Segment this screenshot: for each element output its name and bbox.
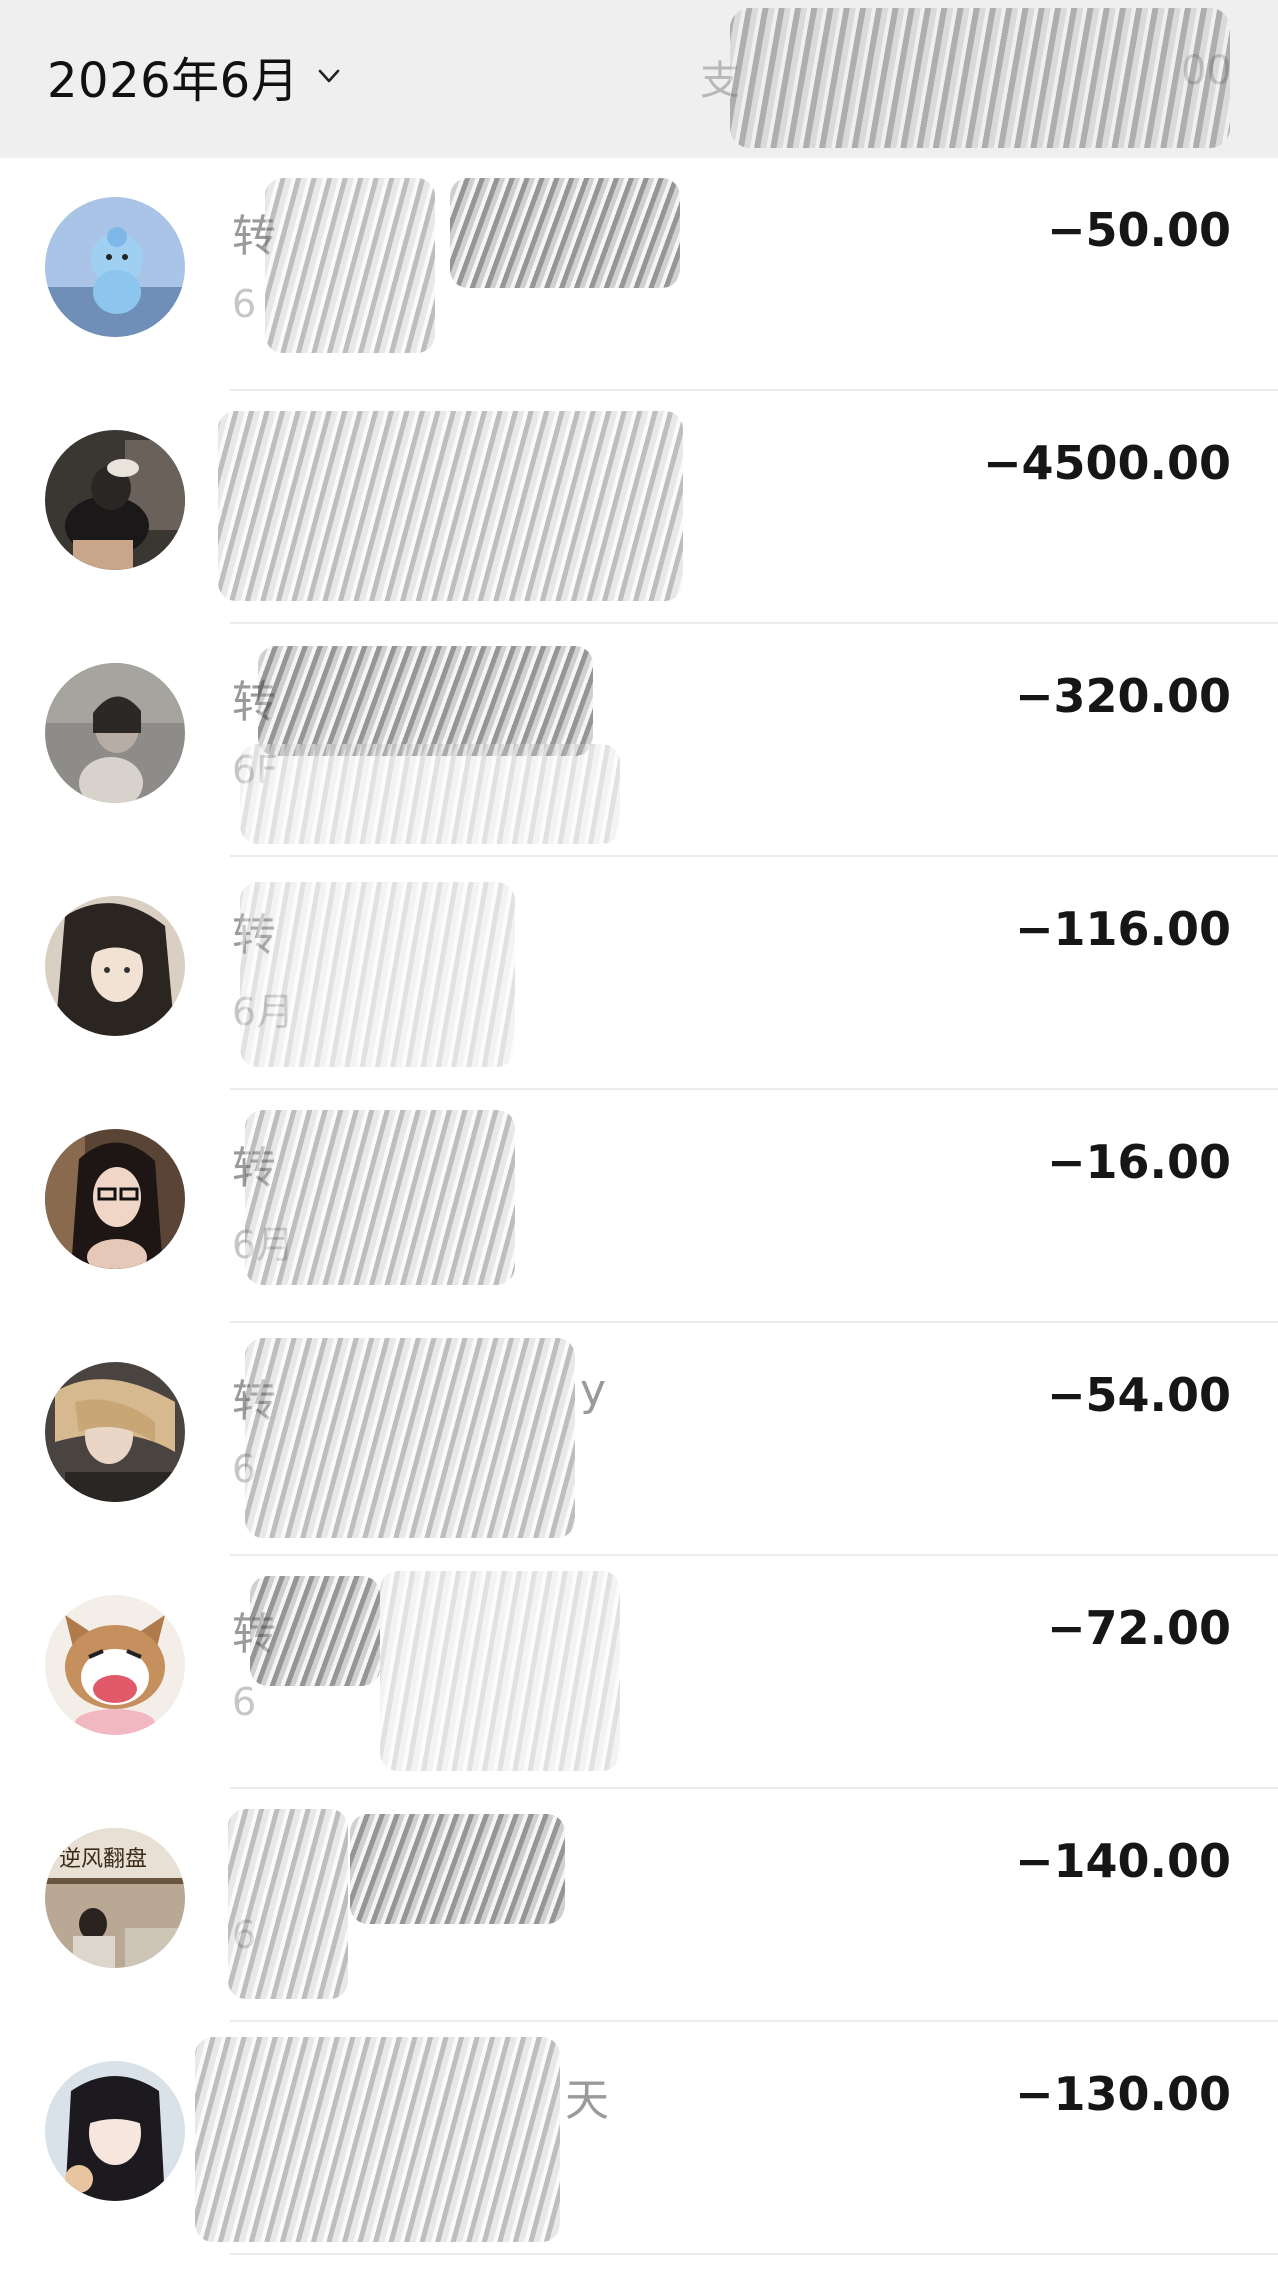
transaction-title-tail: y	[580, 1365, 607, 1416]
redaction-scribble	[380, 1571, 620, 1771]
avatar	[45, 1595, 185, 1735]
redaction-scribble	[195, 2037, 560, 2242]
transaction-row[interactable]: −4500.00	[0, 391, 1278, 624]
redaction-scribble	[228, 1809, 348, 1999]
avatar	[45, 197, 185, 337]
avatar	[45, 430, 185, 570]
redaction-scribble	[350, 1814, 565, 1924]
redaction-scribble	[245, 1110, 515, 1285]
transaction-time: 6	[232, 282, 257, 326]
month-label: 2026年6月	[47, 53, 300, 109]
transaction-row[interactable]: 天 −130.00	[0, 2022, 1278, 2255]
redaction-scribble	[240, 744, 620, 844]
chevron-down-icon	[318, 69, 340, 83]
transaction-amount: −50.00	[1046, 203, 1231, 257]
transaction-amount: −130.00	[1014, 2067, 1231, 2121]
transaction-row[interactable]: 转 6F −320.00	[0, 624, 1278, 857]
redaction-scribble	[258, 646, 593, 756]
transaction-row[interactable]: 转 6 −72.00	[0, 1556, 1278, 1789]
transaction-row[interactable]: 转 6月 −16.00	[0, 1090, 1278, 1323]
redaction-scribble	[450, 178, 680, 288]
svg-text:逆风翻盘: 逆风翻盘	[59, 1847, 147, 1872]
redaction-scribble	[250, 1576, 380, 1686]
transaction-amount: −54.00	[1046, 1368, 1231, 1422]
transaction-amount: −16.00	[1046, 1135, 1231, 1189]
redaction-scribble	[218, 411, 683, 601]
transaction-time: 6	[232, 1680, 257, 1724]
avatar	[45, 1362, 185, 1502]
redaction-scribble	[265, 178, 435, 353]
transaction-row[interactable]: 转 6月 −116.00	[0, 857, 1278, 1090]
row-divider	[230, 2253, 1278, 2255]
avatar	[45, 663, 185, 803]
transaction-amount: −72.00	[1046, 1601, 1231, 1655]
redaction-scribble	[730, 8, 1230, 148]
header-bar: 2026年6月 支 00	[0, 0, 1278, 158]
transaction-amount: −4500.00	[982, 436, 1231, 490]
transaction-row[interactable]: 逆风翻盘 6 −140.00	[0, 1789, 1278, 2022]
avatar	[45, 1129, 185, 1269]
transaction-row[interactable]: 转 y 6 −54.00	[0, 1323, 1278, 1556]
transaction-title-tail: 天	[565, 2075, 609, 2126]
avatar	[45, 896, 185, 1036]
month-selector[interactable]: 2026年6月	[47, 46, 341, 109]
transaction-amount: −140.00	[1014, 1834, 1231, 1888]
transaction-row[interactable]: 转 6 −50.00	[0, 158, 1278, 391]
redaction-scribble	[245, 1338, 575, 1538]
redaction-scribble	[240, 882, 515, 1067]
transaction-amount: −320.00	[1014, 669, 1231, 723]
avatar: 逆风翻盘	[45, 1828, 185, 1968]
transaction-amount: −116.00	[1014, 902, 1231, 956]
avatar	[45, 2061, 185, 2201]
transaction-list: 转 6 −50.00 −4500.00 转 −320.00 −116.00 −1…	[0, 158, 1278, 2255]
